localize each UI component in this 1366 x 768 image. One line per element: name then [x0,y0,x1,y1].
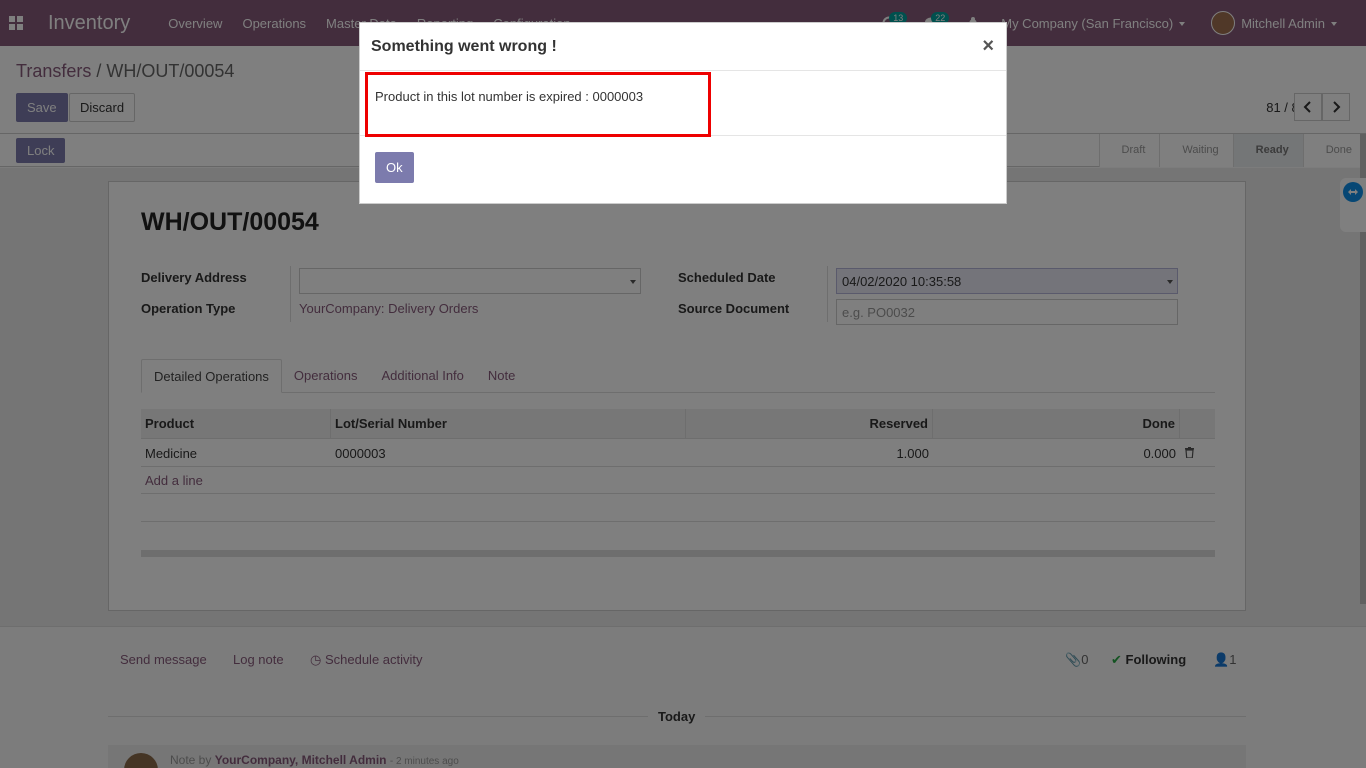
close-icon[interactable]: × [982,35,994,58]
dialog-footer: Ok [360,136,1006,204]
error-message: Product in this lot number is expired : … [375,89,644,104]
ok-button[interactable]: Ok [375,152,414,183]
dialog-title: Something went wrong ! [371,38,557,55]
dialog-body: Product in this lot number is expired : … [360,71,1006,137]
dialog-header: Something went wrong ! × [360,23,1006,71]
highlight-box [365,72,711,137]
error-dialog: Something went wrong ! × Product in this… [359,22,1007,204]
